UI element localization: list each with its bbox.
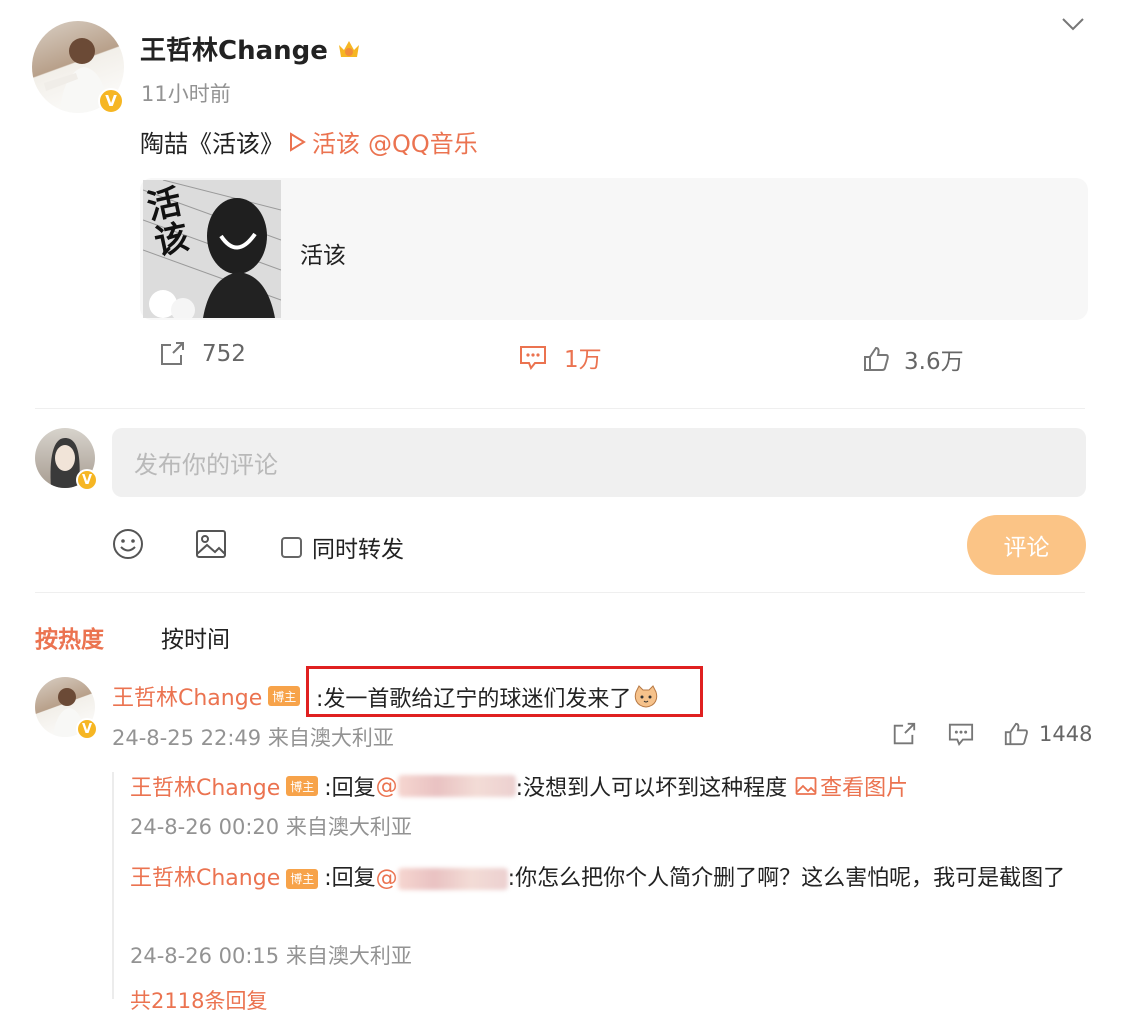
image-link-icon: [795, 776, 817, 796]
post-timestamp[interactable]: 11小时前: [141, 78, 231, 108]
comment-count: 1万: [564, 347, 602, 373]
divider: [35, 592, 1085, 593]
album-art: 活该: [143, 180, 281, 318]
comment-input[interactable]: 发布你的评论: [112, 428, 1086, 497]
thumbs-up-icon: [1003, 721, 1029, 747]
submit-comment-label: 评论: [1003, 535, 1050, 561]
comment-input-placeholder: 发布你的评论: [134, 451, 278, 479]
chevron-down-icon[interactable]: [1060, 14, 1086, 34]
reply-prefix: :回复: [324, 866, 376, 891]
verified-badge-icon: V: [98, 88, 124, 114]
reply-author-name[interactable]: 王哲林Change: [130, 770, 280, 802]
verified-badge-icon: V: [76, 469, 98, 491]
author-badge: 博主: [286, 776, 319, 796]
reply-text: :你怎么把你个人简介删了啊？这么害怕呢，我可是截图了: [507, 866, 1066, 891]
like-button[interactable]: 3.6万: [862, 342, 964, 376]
post-author-name[interactable]: 王哲林Change: [140, 30, 328, 67]
view-image-link[interactable]: 查看图片: [820, 770, 908, 802]
reply-mention[interactable]: @: [376, 774, 398, 799]
comment-meta: 24-8-25 22:49 来自澳大利亚: [112, 726, 394, 750]
image-icon[interactable]: [194, 527, 228, 561]
reply-item: 王哲林Change 博主 :回复 @ :没想到人可以坏到这种程度 查看图片: [130, 770, 908, 802]
mention-link[interactable]: @QQ音乐: [368, 124, 478, 159]
comment-author-name[interactable]: 王哲林Change: [112, 680, 262, 712]
thumbs-up-icon: [862, 345, 890, 373]
divider: [35, 408, 1085, 409]
play-icon[interactable]: [286, 131, 308, 153]
comment-text: :发一首歌给辽宁的球迷们发来了: [316, 687, 632, 712]
view-more-replies-link[interactable]: 共2118条回复: [130, 985, 267, 1015]
verified-badge-icon: V: [76, 718, 98, 740]
comment-reply-icon[interactable]: [947, 721, 975, 747]
repost-count: 752: [202, 341, 246, 367]
music-card[interactable]: 活该 活该: [140, 178, 1088, 320]
music-link[interactable]: 活该: [312, 124, 360, 159]
reply-text: :没想到人可以坏到这种程度: [515, 776, 788, 801]
author-badge: 博主: [268, 686, 301, 706]
repost-icon: [158, 340, 186, 368]
comment-button[interactable]: 1万: [518, 340, 602, 374]
reply-item: 王哲林Change 博主:回复@ :你怎么把你个人简介删了啊？这么害怕呢，我可是截图…: [130, 860, 1085, 898]
crown-icon: [336, 36, 362, 62]
reply-meta: 24-8-26 00:20 来自澳大利亚: [130, 815, 412, 839]
sort-by-time-tab[interactable]: 按时间: [161, 620, 230, 654]
reply-mention[interactable]: @: [376, 866, 398, 891]
emoji-icon[interactable]: [111, 527, 145, 561]
post-text: 陶喆《活该》: [140, 130, 284, 158]
reply-prefix: :回复: [324, 776, 376, 801]
author-badge: 博主: [286, 869, 319, 889]
blurred-username: [397, 868, 508, 890]
reply-author-name[interactable]: 王哲林Change: [130, 866, 280, 891]
music-card-title: 活该: [300, 243, 346, 269]
cat-emoji-icon: [633, 684, 659, 710]
comment-like-count: 1448: [1039, 722, 1093, 746]
comment-like-button[interactable]: 1448: [1003, 721, 1092, 747]
repost-checkbox[interactable]: 同时转发: [281, 530, 404, 564]
repost-checkbox-label: 同时转发: [312, 537, 404, 563]
blurred-username: [397, 775, 516, 797]
sort-by-hot-tab[interactable]: 按热度: [35, 620, 104, 654]
submit-comment-button[interactable]: 评论: [967, 515, 1086, 575]
comment-icon: [518, 343, 548, 371]
comment-repost-icon[interactable]: [891, 721, 917, 747]
reply-meta: 24-8-26 00:15 来自澳大利亚: [130, 944, 412, 968]
checkbox-box[interactable]: [281, 536, 302, 558]
like-count: 3.6万: [904, 349, 964, 375]
repost-button[interactable]: 752: [158, 340, 246, 368]
replies-thread-line: [112, 772, 114, 999]
